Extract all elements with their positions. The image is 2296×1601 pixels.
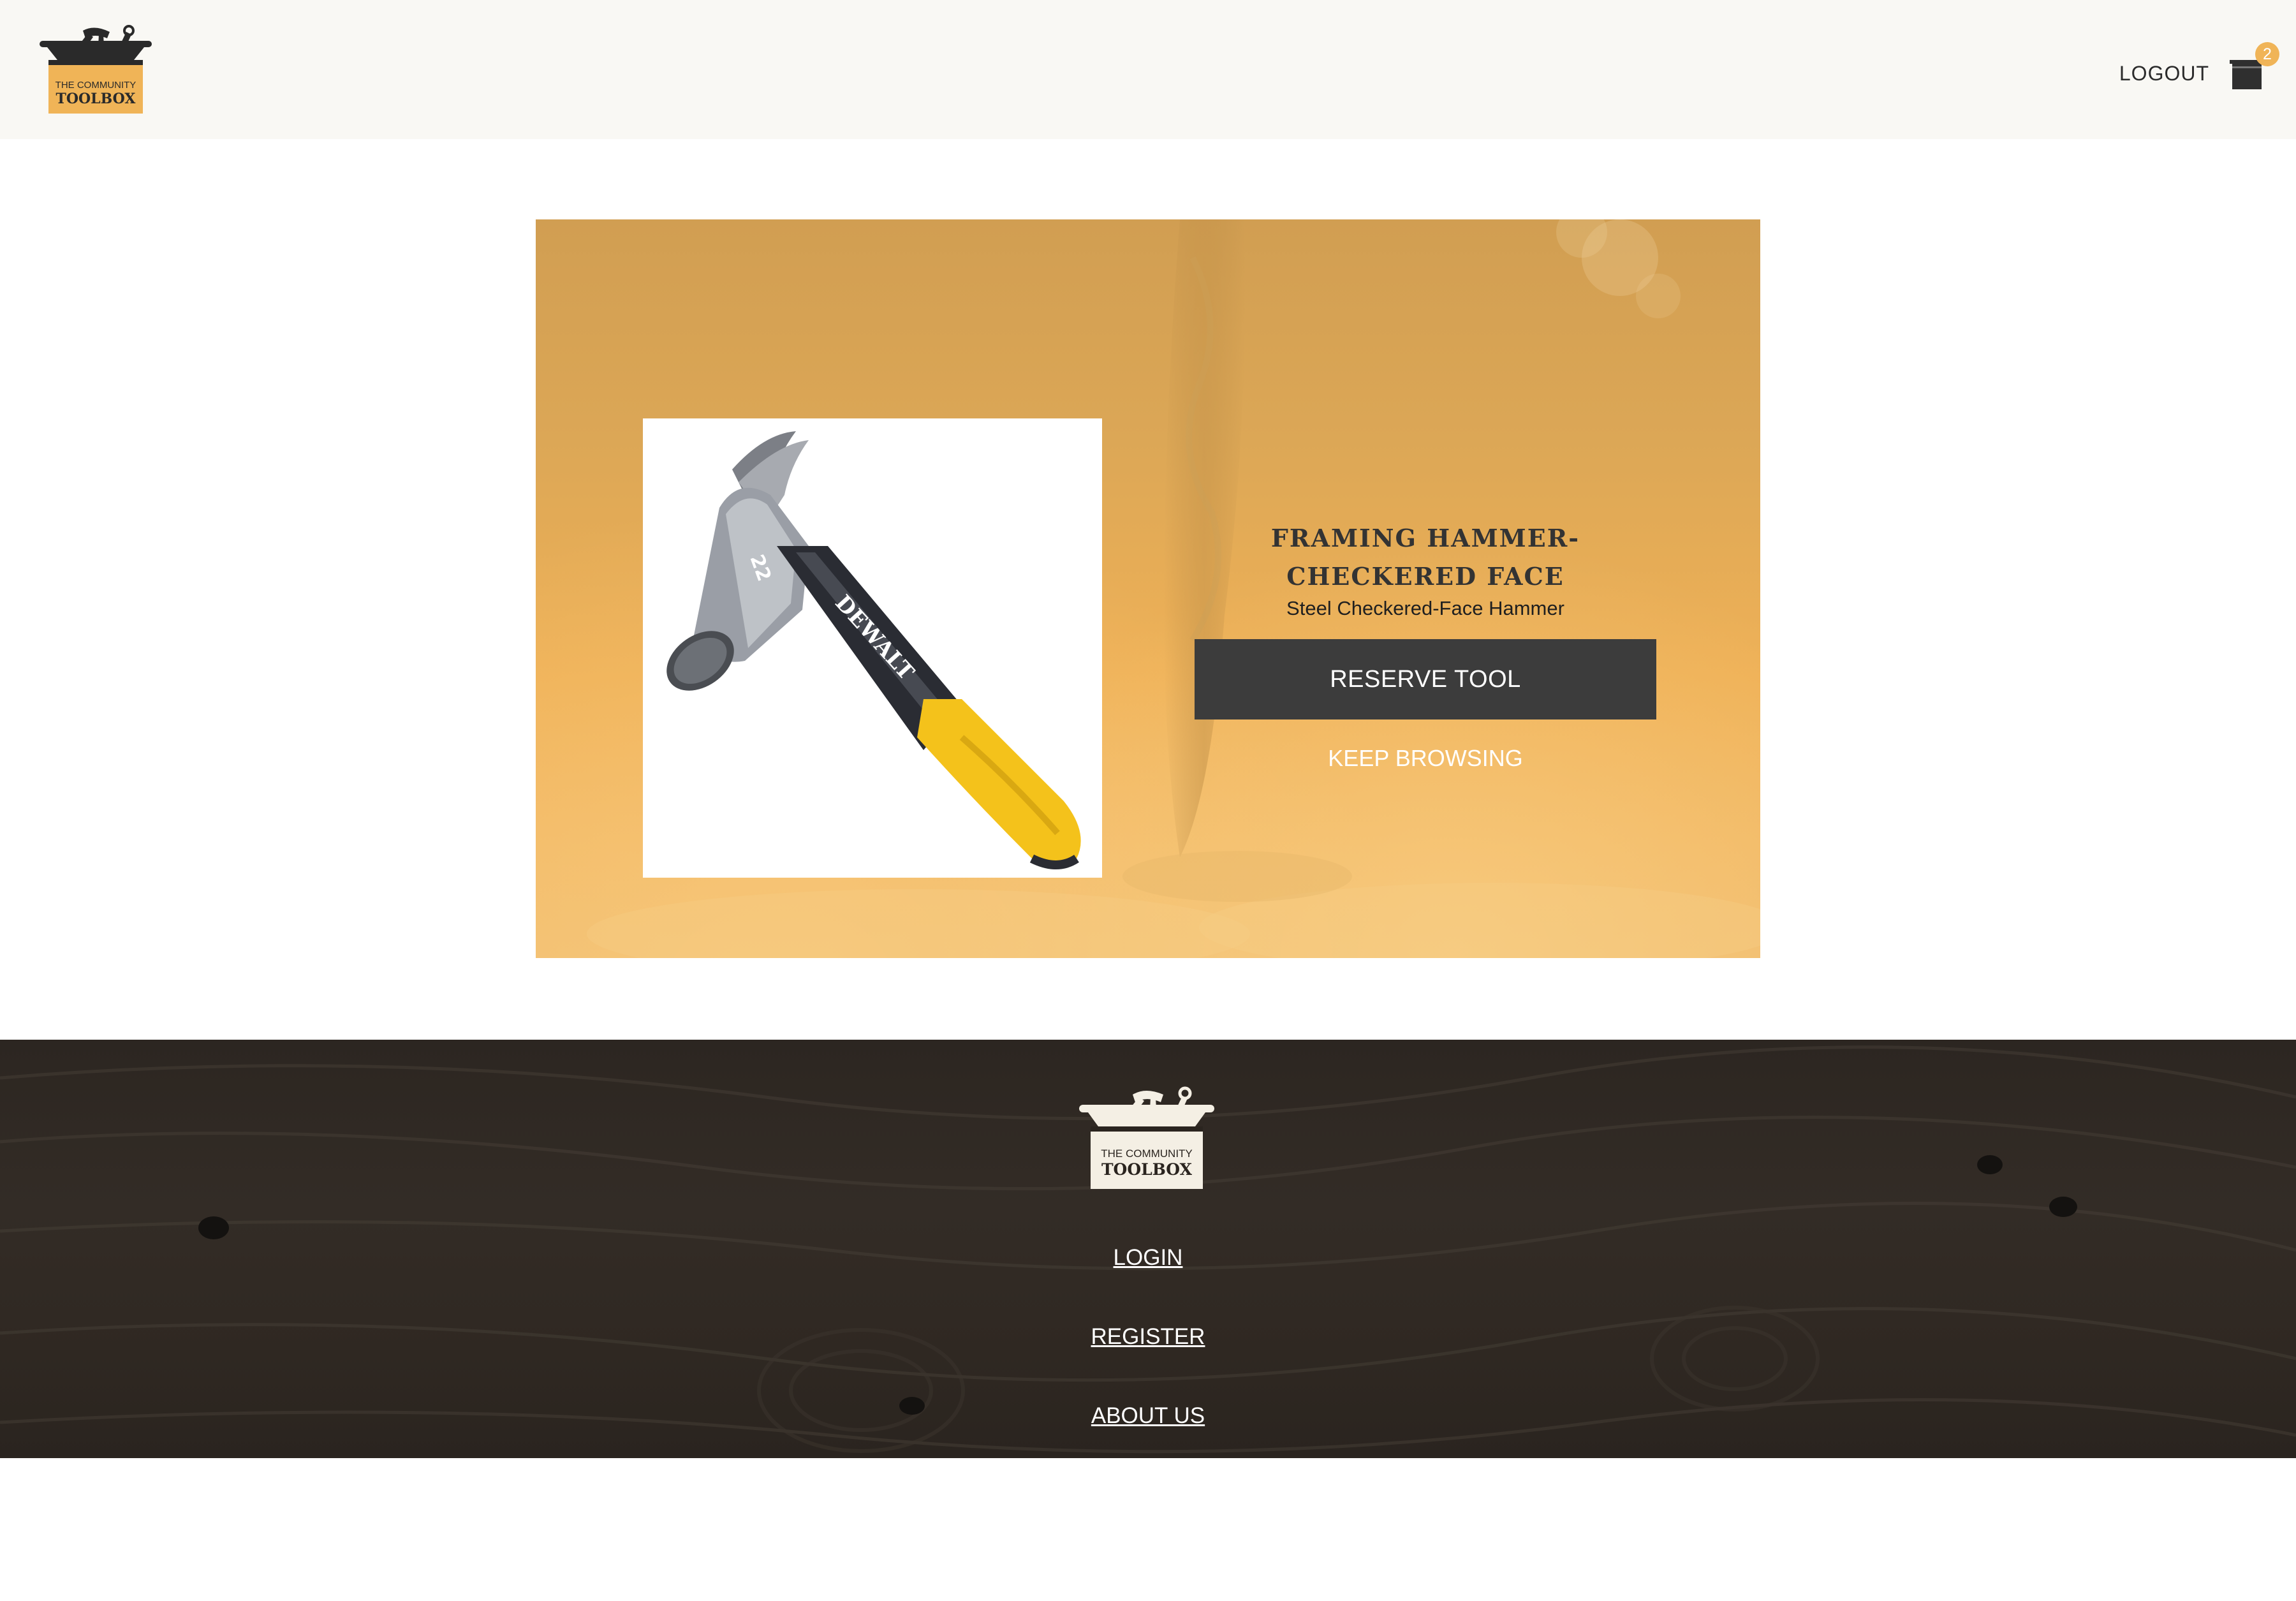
site-header: THE COMMUNITY TOOLBOX LOGOUT 2: [0, 0, 2296, 139]
cart-count-badge: 2: [2255, 42, 2279, 66]
header-actions: LOGOUT 2: [2119, 42, 2279, 102]
product-title: FRAMING HAMMER-CHECKERED FACE: [1270, 524, 1580, 591]
product-hero: DEWALT 22 FRAMING HAMMER-CHECKERED FACE …: [536, 219, 1760, 958]
site-footer: THE COMMUNITY TOOLBOX LOGIN REGISTER ABO…: [0, 1040, 2296, 1458]
svg-text:TOOLBOX: TOOLBOX: [1101, 1160, 1193, 1179]
product-subtitle: Steel Checkered-Face Hammer: [1286, 597, 1564, 619]
svg-text:TOOLBOX: TOOLBOX: [55, 91, 136, 107]
logout-link[interactable]: LOGOUT: [2119, 62, 2209, 85]
toolbox-logo-icon: THE COMMUNITY TOOLBOX: [40, 25, 152, 114]
reserve-tool-button[interactable]: RESERVE TOOL: [1195, 639, 1656, 719]
toolbox-logo-icon: THE COMMUNITY TOOLBOX: [1079, 1086, 1214, 1189]
footer-link-about-us[interactable]: ABOUT US: [1020, 1403, 1276, 1429]
keep-browsing-link[interactable]: KEEP BROWSING: [1193, 745, 1658, 772]
cart-button[interactable]: 2: [2228, 42, 2279, 91]
footer-link-login[interactable]: LOGIN: [1020, 1245, 1276, 1271]
footer-logo: THE COMMUNITY TOOLBOX: [1078, 1084, 1216, 1190]
product-image: DEWALT 22: [643, 418, 1102, 878]
svg-text:THE COMMUNITY: THE COMMUNITY: [1101, 1147, 1193, 1160]
footer-link-register[interactable]: REGISTER: [1020, 1324, 1276, 1350]
svg-text:THE COMMUNITY: THE COMMUNITY: [55, 80, 136, 91]
logo-link[interactable]: THE COMMUNITY TOOLBOX: [38, 24, 153, 115]
framing-hammer-image-icon: DEWALT 22: [666, 431, 1081, 869]
product-info: FRAMING HAMMER-CHECKERED FACE Steel Chec…: [1193, 519, 1658, 772]
